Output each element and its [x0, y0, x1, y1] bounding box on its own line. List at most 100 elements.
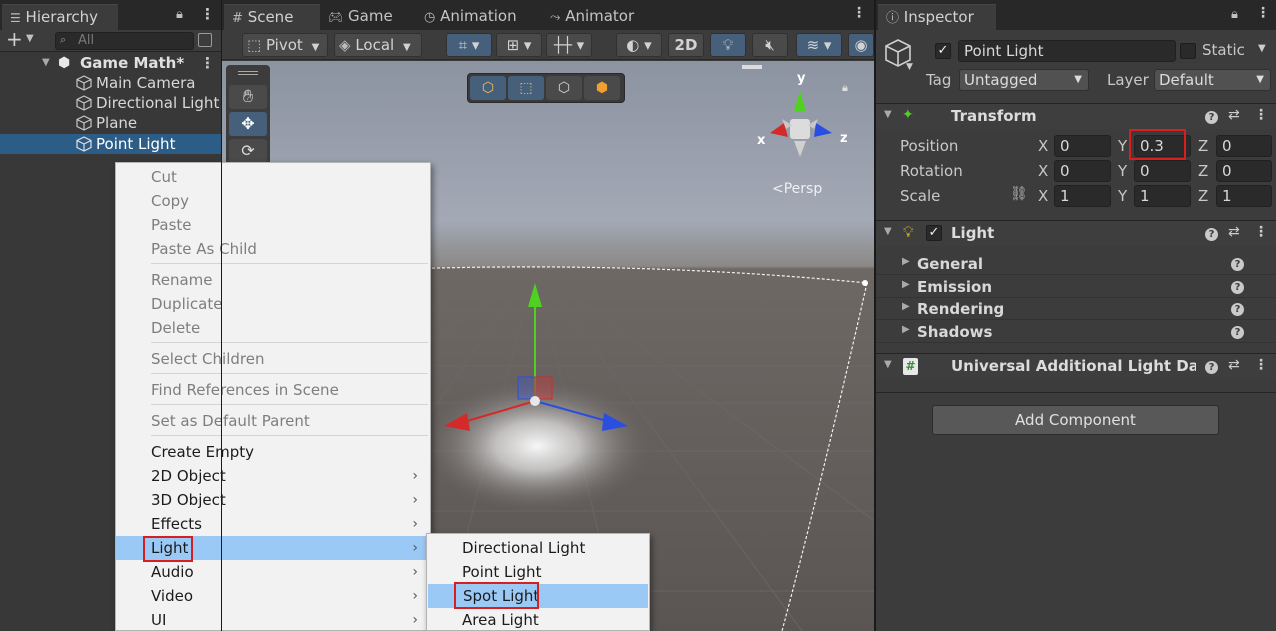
light-enabled-checkbox[interactable]: ✓: [926, 225, 942, 241]
drag-handle-icon[interactable]: [238, 71, 258, 75]
menu-item-ui[interactable]: UI ›: [116, 608, 430, 631]
pivot-dropdown[interactable]: ⬚ Pivot ▼: [242, 33, 328, 57]
tree-item-point-light[interactable]: Point Light: [0, 134, 221, 154]
menu-item-effects[interactable]: Effects ›: [116, 512, 430, 536]
grid-snap-button[interactable]: ⌗ ▾: [446, 33, 492, 57]
help-icon[interactable]: ?: [1231, 303, 1244, 316]
component-menu-icon[interactable]: ⋮: [1254, 107, 1268, 123]
add-component-button[interactable]: Add Component: [932, 405, 1219, 435]
presets-icon[interactable]: ⇄: [1228, 357, 1240, 373]
light-section-shadows[interactable]: ▶ Shadows ?: [876, 321, 1276, 343]
additional-light-data-header[interactable]: ▼ # Universal Additional Light Data (S ?…: [876, 353, 1276, 379]
overlay-handle-icon[interactable]: [742, 65, 762, 69]
tab-game[interactable]: 🎮︎ Game: [328, 4, 393, 30]
tree-item-directional-light[interactable]: Directional Light: [0, 93, 221, 113]
menu-item-paste[interactable]: Paste: [116, 213, 430, 237]
local-dropdown[interactable]: ◈ Local ▼: [334, 33, 422, 57]
rotation-x-field[interactable]: 0: [1054, 160, 1111, 182]
menu-item-2d-object[interactable]: 2D Object ›: [116, 464, 430, 488]
active-checkbox[interactable]: ✓: [935, 43, 951, 59]
rotation-z-field[interactable]: 0: [1216, 160, 1272, 182]
light-section-rendering[interactable]: ▶ Rendering ?: [876, 298, 1276, 320]
menu-item-delete[interactable]: Delete: [116, 316, 430, 340]
presets-icon[interactable]: ⇄: [1228, 224, 1240, 240]
2d-toggle-button[interactable]: 2D: [668, 33, 704, 57]
lock-icon[interactable]: 🔒︎: [1231, 7, 1238, 22]
more-menu-icon[interactable]: ⋮: [1256, 5, 1270, 21]
effects-toggle-button[interactable]: ≋ ▾: [796, 33, 842, 57]
gizmo-lock-icon[interactable]: 🔒︎: [842, 81, 848, 95]
position-z-field[interactable]: 0: [1216, 135, 1272, 157]
static-checkbox[interactable]: [1180, 43, 1196, 59]
help-icon[interactable]: ?: [1231, 258, 1244, 271]
scene-more-icon[interactable]: ⋮: [852, 5, 866, 21]
presets-icon[interactable]: ⇄: [1228, 107, 1240, 123]
menu-item-select-children[interactable]: Select Children: [116, 347, 430, 371]
light-header[interactable]: ▼ 💡︎ ✓ Light ? ⇄ ⋮: [876, 220, 1276, 246]
tree-scene-root[interactable]: ▼ ⬢ Game Math* ⋮: [0, 53, 221, 73]
submenu-item-directional-light[interactable]: Directional Light: [427, 536, 649, 560]
range-handle[interactable]: [862, 280, 868, 286]
shading-mode-button[interactable]: ◐ ▾: [616, 33, 662, 57]
scale-x-field[interactable]: 1: [1054, 185, 1111, 207]
help-icon[interactable]: ?: [1205, 228, 1218, 241]
view-option-button-2[interactable]: ⬚: [508, 76, 544, 100]
expand-arrow-icon[interactable]: ▼: [42, 53, 50, 73]
move-tool-button[interactable]: ✥: [229, 112, 267, 136]
tree-item-plane[interactable]: Plane: [0, 113, 221, 133]
persp-label[interactable]: <Persp: [772, 181, 822, 197]
view-option-button-3[interactable]: ⬡: [546, 76, 582, 100]
menu-item-3d-object[interactable]: 3D Object ›: [116, 488, 430, 512]
component-menu-icon[interactable]: ⋮: [1254, 357, 1268, 373]
increment-snap-button[interactable]: ⊞ ▾: [496, 33, 542, 57]
view-option-button-1[interactable]: ⬡: [470, 76, 506, 100]
add-icon[interactable]: +: [6, 27, 23, 51]
tab-animation[interactable]: ◷ Animation: [424, 4, 517, 30]
menu-item-create-empty[interactable]: Create Empty: [116, 440, 430, 464]
view-option-button-4[interactable]: ⬢: [584, 76, 620, 100]
scene-view-icon[interactable]: [198, 33, 212, 47]
audio-toggle-button[interactable]: 🔇︎: [752, 33, 788, 57]
help-icon[interactable]: ?: [1231, 281, 1244, 294]
help-icon[interactable]: ?: [1205, 111, 1218, 124]
menu-item-cut[interactable]: Cut: [116, 165, 430, 189]
menu-item-paste-as-child[interactable]: Paste As Child: [116, 237, 430, 261]
scale-y-field[interactable]: 1: [1134, 185, 1191, 207]
constrain-proportions-icon[interactable]: ⛓︎: [1010, 186, 1028, 202]
light-section-emission[interactable]: ▶ Emission ?: [876, 276, 1276, 298]
chevron-down-icon[interactable]: ▼: [1258, 43, 1266, 54]
ruler-button[interactable]: ┼┼ ▾: [546, 33, 592, 57]
help-icon[interactable]: ?: [1205, 361, 1218, 374]
scene-more-icon[interactable]: ⋮: [200, 53, 215, 73]
visibility-toggle-button[interactable]: ◉: [848, 33, 874, 57]
tag-dropdown[interactable]: Untagged ▼: [959, 69, 1089, 91]
object-name-field[interactable]: Point Light: [958, 40, 1176, 62]
menu-item-audio[interactable]: Audio ›: [116, 560, 430, 584]
menu-item-duplicate[interactable]: Duplicate: [116, 292, 430, 316]
tab-inspector[interactable]: ⓘ Inspector: [878, 4, 996, 30]
tree-item-main-camera[interactable]: Main Camera: [0, 73, 221, 93]
help-icon[interactable]: ?: [1231, 326, 1244, 339]
tab-animator[interactable]: ⤳ Animator: [550, 4, 634, 30]
orientation-gizmo[interactable]: [770, 91, 832, 157]
menu-item-set-default-parent[interactable]: Set as Default Parent: [116, 409, 430, 433]
layer-dropdown[interactable]: Default ▼: [1154, 69, 1271, 91]
menu-item-rename[interactable]: Rename: [116, 268, 430, 292]
menu-item-video[interactable]: Video ›: [116, 584, 430, 608]
menu-item-find-references[interactable]: Find References in Scene: [116, 378, 430, 402]
submenu-item-area-light[interactable]: Area Light: [427, 608, 649, 631]
transform-header[interactable]: ▼ ✦ Transform ? ⇄ ⋮: [876, 103, 1276, 129]
menu-item-copy[interactable]: Copy: [116, 189, 430, 213]
lock-icon[interactable]: 🔒︎: [176, 7, 183, 22]
more-menu-icon[interactable]: ⋮: [200, 5, 215, 23]
rotate-tool-button[interactable]: ⟳: [229, 139, 267, 163]
search-input[interactable]: All: [55, 32, 194, 50]
hand-tool-button[interactable]: ✋︎: [229, 85, 267, 109]
scale-z-field[interactable]: 1: [1216, 185, 1272, 207]
chevron-down-icon[interactable]: ▼: [906, 62, 913, 72]
component-menu-icon[interactable]: ⋮: [1254, 224, 1268, 240]
chevron-down-icon[interactable]: ▼: [26, 33, 34, 44]
tab-scene[interactable]: # Scene: [224, 4, 320, 30]
rotation-y-field[interactable]: 0: [1134, 160, 1191, 182]
submenu-item-point-light[interactable]: Point Light: [427, 560, 649, 584]
